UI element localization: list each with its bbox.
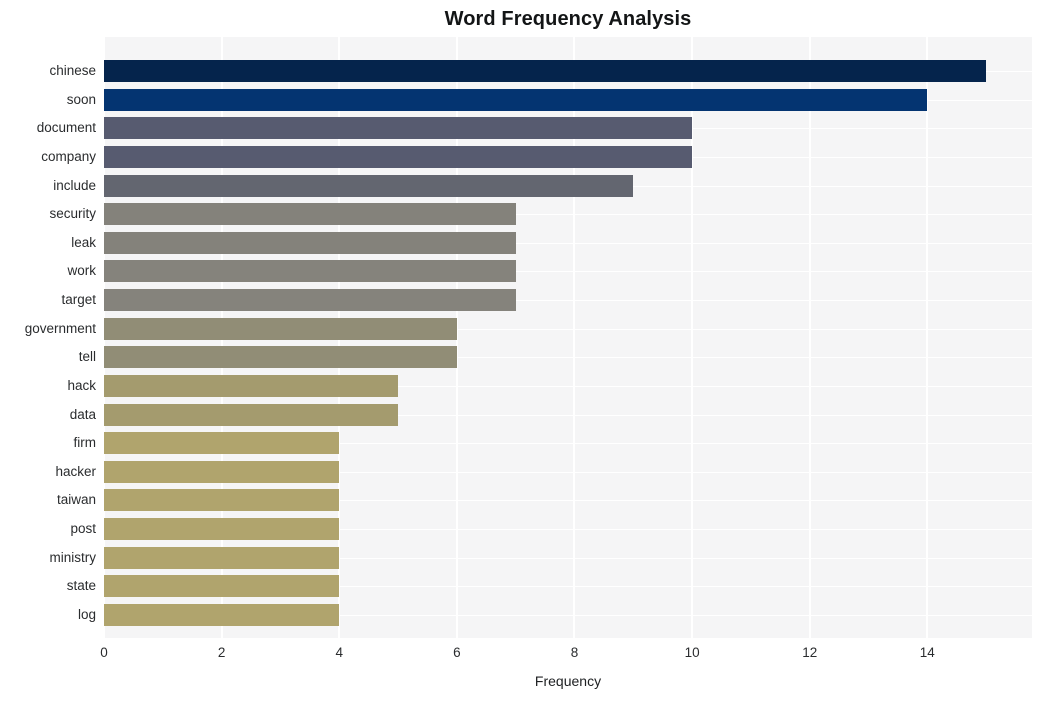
bar-leak[interactable] (104, 232, 516, 254)
x-axis-tick-labels: 0 2 4 6 8 10 12 14 (0, 638, 1042, 668)
bar-document[interactable] (104, 117, 693, 139)
y-tick-label-government: government (24, 321, 96, 336)
y-tick-label-work: work (67, 263, 96, 278)
bar-taiwan[interactable] (104, 489, 340, 511)
bar-post[interactable] (104, 518, 340, 540)
x-tick-label-8: 8 (570, 645, 579, 660)
x-axis-label: Frequency (534, 673, 602, 689)
chart-figure: Word Frequency Analysis chinese soon docum… (0, 0, 1042, 701)
bar-data[interactable] (104, 404, 399, 426)
y-tick-label-firm: firm (73, 435, 97, 450)
bar-government[interactable] (104, 318, 457, 340)
bar-security[interactable] (104, 203, 516, 225)
x-tick-label-6: 6 (453, 645, 461, 660)
x-tick-label-2: 2 (217, 645, 226, 660)
y-tick-label-ministry: ministry (49, 550, 97, 565)
x-tick-label-10: 10 (684, 645, 700, 660)
y-tick-label-hacker: hacker (55, 464, 96, 479)
bar-work[interactable] (104, 260, 516, 282)
y-axis-tick-labels: chinese soon document company include securit… (0, 37, 96, 638)
plot-area (103, 37, 1032, 638)
y-tick-label-target: target (61, 292, 96, 307)
y-tick-label-hack: hack (67, 378, 96, 393)
y-tick-label-data: data (69, 407, 96, 422)
bar-hacker[interactable] (104, 461, 340, 483)
bar-firm[interactable] (104, 432, 340, 454)
y-tick-label-post: post (70, 521, 96, 536)
bar-log[interactable] (104, 604, 340, 626)
y-tick-label-tell: tell (78, 349, 96, 364)
y-tick-label-document: document (36, 120, 96, 135)
bar-ministry[interactable] (104, 547, 340, 569)
bar-state[interactable] (104, 575, 340, 597)
chart-title: Word Frequency Analysis (444, 8, 692, 30)
bar-hack[interactable] (104, 375, 399, 397)
bar-tell[interactable] (104, 346, 457, 368)
x-tick-label-14: 14 (919, 645, 935, 660)
y-tick-label-taiwan: taiwan (56, 492, 96, 507)
y-tick-label-state: state (66, 578, 96, 593)
y-tick-label-chinese: chinese (49, 63, 96, 78)
bar-chinese[interactable] (104, 60, 987, 82)
x-tick-label-12: 12 (802, 645, 818, 660)
y-tick-label-soon: soon (66, 92, 96, 107)
y-tick-label-include: include (53, 178, 96, 193)
bar-target[interactable] (104, 289, 516, 311)
y-tick-label-company: company (41, 149, 96, 164)
y-tick-label-leak: leak (71, 235, 96, 250)
bar-include[interactable] (104, 175, 634, 197)
x-tick-label-4: 4 (335, 645, 343, 660)
bar-soon[interactable] (104, 89, 928, 111)
bar-company[interactable] (104, 146, 693, 168)
x-tick-label-0: 0 (100, 645, 108, 660)
y-tick-label-security: security (49, 206, 96, 221)
y-tick-label-log: log (77, 607, 96, 622)
